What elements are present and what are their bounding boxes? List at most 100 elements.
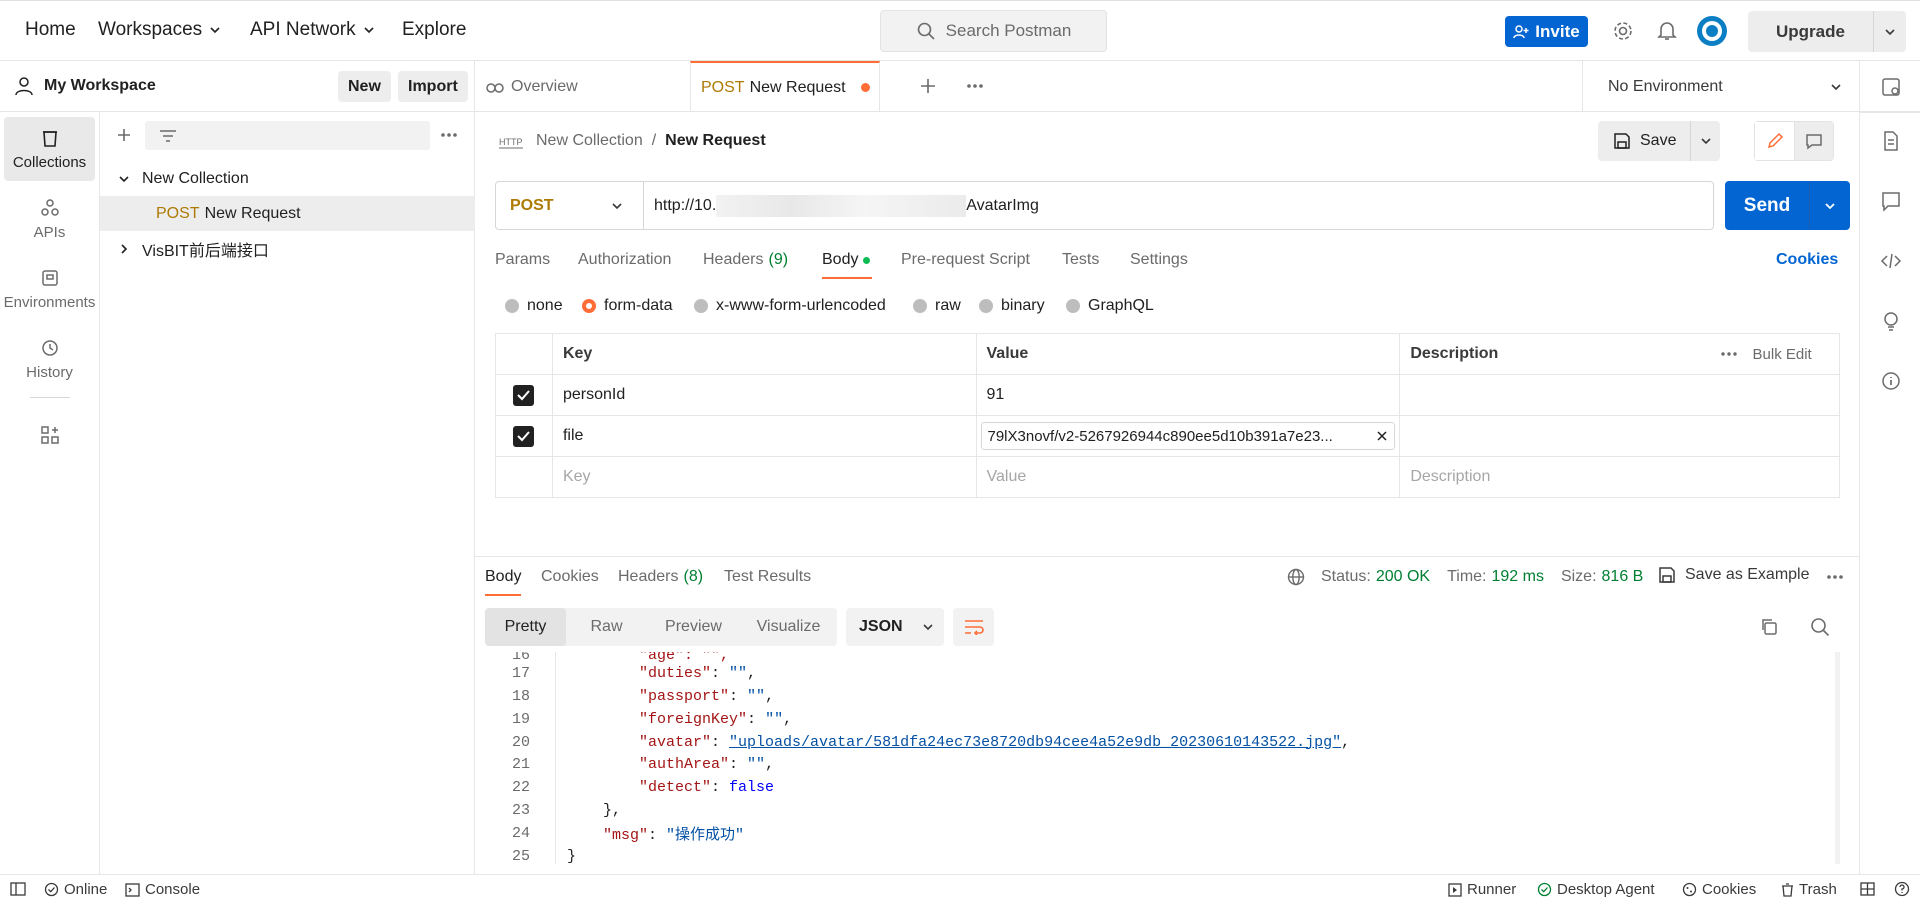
info-icon[interactable] xyxy=(1880,370,1902,392)
tab-tests[interactable]: Tests xyxy=(1062,251,1099,269)
key-placeholder[interactable]: Key xyxy=(551,456,977,498)
documentation-icon[interactable] xyxy=(1880,130,1902,152)
nav-home[interactable]: Home xyxy=(25,19,76,41)
body-type-graphql[interactable]: GraphQL xyxy=(1066,297,1154,315)
scrollbar[interactable] xyxy=(1835,652,1840,864)
body-type-form-data[interactable]: form-data xyxy=(582,297,672,315)
view-tab-pretty[interactable]: Pretty xyxy=(485,608,566,646)
comments-icon[interactable] xyxy=(1880,190,1902,212)
tree-request-item[interactable]: POST New Request xyxy=(100,196,475,231)
tab-pre-request-script[interactable]: Pre-request Script xyxy=(901,251,1030,269)
search-input[interactable]: Search Postman xyxy=(880,10,1107,52)
method-select[interactable]: POST xyxy=(496,182,644,229)
tab-headers[interactable]: Headers (9) xyxy=(703,251,788,269)
tab-settings[interactable]: Settings xyxy=(1130,251,1188,269)
key-cell[interactable]: file xyxy=(551,415,977,457)
time-value[interactable]: 192 ms xyxy=(1491,568,1543,586)
more-options-icon[interactable] xyxy=(1720,351,1737,357)
cookies-button[interactable]: Cookies xyxy=(1682,881,1756,898)
wrap-lines-button[interactable] xyxy=(953,608,994,646)
tab-authorization[interactable]: Authorization xyxy=(578,251,671,269)
chevron-down-icon[interactable] xyxy=(1883,25,1897,39)
tree-collection-visbit[interactable]: VisBIT前后端接口 xyxy=(100,231,475,266)
nav-workspaces[interactable]: Workspaces xyxy=(98,19,222,41)
tab-new-request[interactable]: POST New Request xyxy=(690,61,880,112)
gear-icon[interactable] xyxy=(1612,20,1634,42)
send-button[interactable]: Send xyxy=(1725,181,1850,230)
body-type-urlencoded[interactable]: x-www-form-urlencoded xyxy=(694,297,886,315)
sidebar-item-environments[interactable]: Environments xyxy=(4,257,95,321)
description-cell[interactable] xyxy=(1399,415,1840,457)
response-tab-cookies[interactable]: Cookies xyxy=(541,568,599,586)
tree-collection-new[interactable]: New Collection xyxy=(100,161,475,196)
description-placeholder[interactable]: Description xyxy=(1399,456,1840,498)
description-cell[interactable] xyxy=(1399,374,1840,416)
invite-button[interactable]: Invite xyxy=(1505,16,1588,47)
size-value[interactable]: 816 B xyxy=(1602,568,1644,586)
more-options-icon[interactable] xyxy=(1826,574,1844,580)
response-tab-body[interactable]: Body xyxy=(485,568,521,586)
environment-quick-look-icon[interactable] xyxy=(1880,76,1902,98)
row-checkbox[interactable] xyxy=(513,384,535,406)
view-tab-preview[interactable]: Preview xyxy=(647,608,740,646)
plus-icon[interactable] xyxy=(116,127,132,143)
edit-mode-button[interactable] xyxy=(1755,122,1795,160)
format-select[interactable]: JSON xyxy=(846,608,944,646)
avatar[interactable] xyxy=(1697,16,1727,46)
help-icon[interactable] xyxy=(1894,881,1910,897)
body-type-raw[interactable]: raw xyxy=(913,297,961,315)
online-status[interactable]: Online xyxy=(44,881,107,898)
sidebar-item-apis[interactable]: APIs xyxy=(4,187,95,251)
console-button[interactable]: Console xyxy=(125,881,200,898)
status-value[interactable]: 200 OK xyxy=(1376,568,1430,586)
tab-params[interactable]: Params xyxy=(495,251,550,269)
view-tab-raw[interactable]: Raw xyxy=(566,608,647,646)
cookies-link[interactable]: Cookies xyxy=(1776,251,1838,269)
trash-button[interactable]: Trash xyxy=(1781,881,1837,898)
upgrade-button[interactable]: Upgrade xyxy=(1748,11,1906,52)
tab-body[interactable]: Body xyxy=(822,251,871,269)
view-tab-visualize[interactable]: Visualize xyxy=(740,608,837,646)
save-button[interactable]: Save xyxy=(1598,121,1720,161)
file-chip[interactable]: 79lX3novf/v2-5267926944c890ee5d10b391a7e… xyxy=(980,422,1396,450)
breadcrumb-collection[interactable]: New Collection xyxy=(536,132,643,150)
add-configure-icon[interactable] xyxy=(40,425,60,445)
code-icon[interactable] xyxy=(1880,250,1902,272)
nav-api-network[interactable]: API Network xyxy=(250,19,376,41)
more-tabs-icon[interactable] xyxy=(966,83,984,89)
plus-icon[interactable] xyxy=(920,78,936,94)
body-type-none[interactable]: none xyxy=(505,297,563,315)
sidebar-item-history[interactable]: History xyxy=(4,327,95,391)
globe-icon[interactable] xyxy=(1287,568,1305,586)
bell-icon[interactable] xyxy=(1657,20,1677,42)
tab-overview[interactable]: Overview xyxy=(485,61,665,112)
response-tab-headers[interactable]: Headers (8) xyxy=(618,568,703,586)
chevron-down-icon[interactable] xyxy=(1823,199,1837,213)
more-options-icon[interactable] xyxy=(440,132,458,138)
filter-input[interactable] xyxy=(145,121,430,150)
body-type-binary[interactable]: binary xyxy=(979,297,1045,315)
breadcrumb-request[interactable]: New Request xyxy=(665,132,765,150)
import-button[interactable]: Import xyxy=(398,71,468,102)
chevron-down-icon[interactable] xyxy=(1699,134,1713,148)
layout-icon[interactable] xyxy=(1860,882,1875,896)
new-button[interactable]: New xyxy=(338,71,391,102)
bulk-edit-link[interactable]: Bulk Edit xyxy=(1753,346,1812,363)
lightbulb-icon[interactable] xyxy=(1880,310,1902,332)
row-checkbox[interactable] xyxy=(513,425,535,447)
desktop-agent-button[interactable]: Desktop Agent xyxy=(1537,881,1655,898)
value-cell[interactable]: 91 xyxy=(975,374,1401,416)
response-body-code[interactable]: 16 "age": "", 17 "duties": "", 18 "passpor… xyxy=(475,652,1840,864)
nav-explore[interactable]: Explore xyxy=(402,19,466,41)
search-icon[interactable] xyxy=(1810,617,1830,637)
sidebar-toggle-icon[interactable] xyxy=(10,882,26,896)
copy-icon[interactable] xyxy=(1760,618,1778,636)
key-cell[interactable]: personId xyxy=(551,374,977,416)
environment-select[interactable]: No Environment xyxy=(1582,61,1859,112)
response-tab-test-results[interactable]: Test Results xyxy=(724,568,811,586)
runner-button[interactable]: Runner xyxy=(1448,881,1516,898)
save-as-example-button[interactable]: Save as Example xyxy=(1658,566,1810,584)
comment-mode-button[interactable] xyxy=(1795,122,1833,160)
sidebar-item-collections[interactable]: Collections xyxy=(4,117,95,181)
value-placeholder[interactable]: Value xyxy=(975,456,1401,498)
